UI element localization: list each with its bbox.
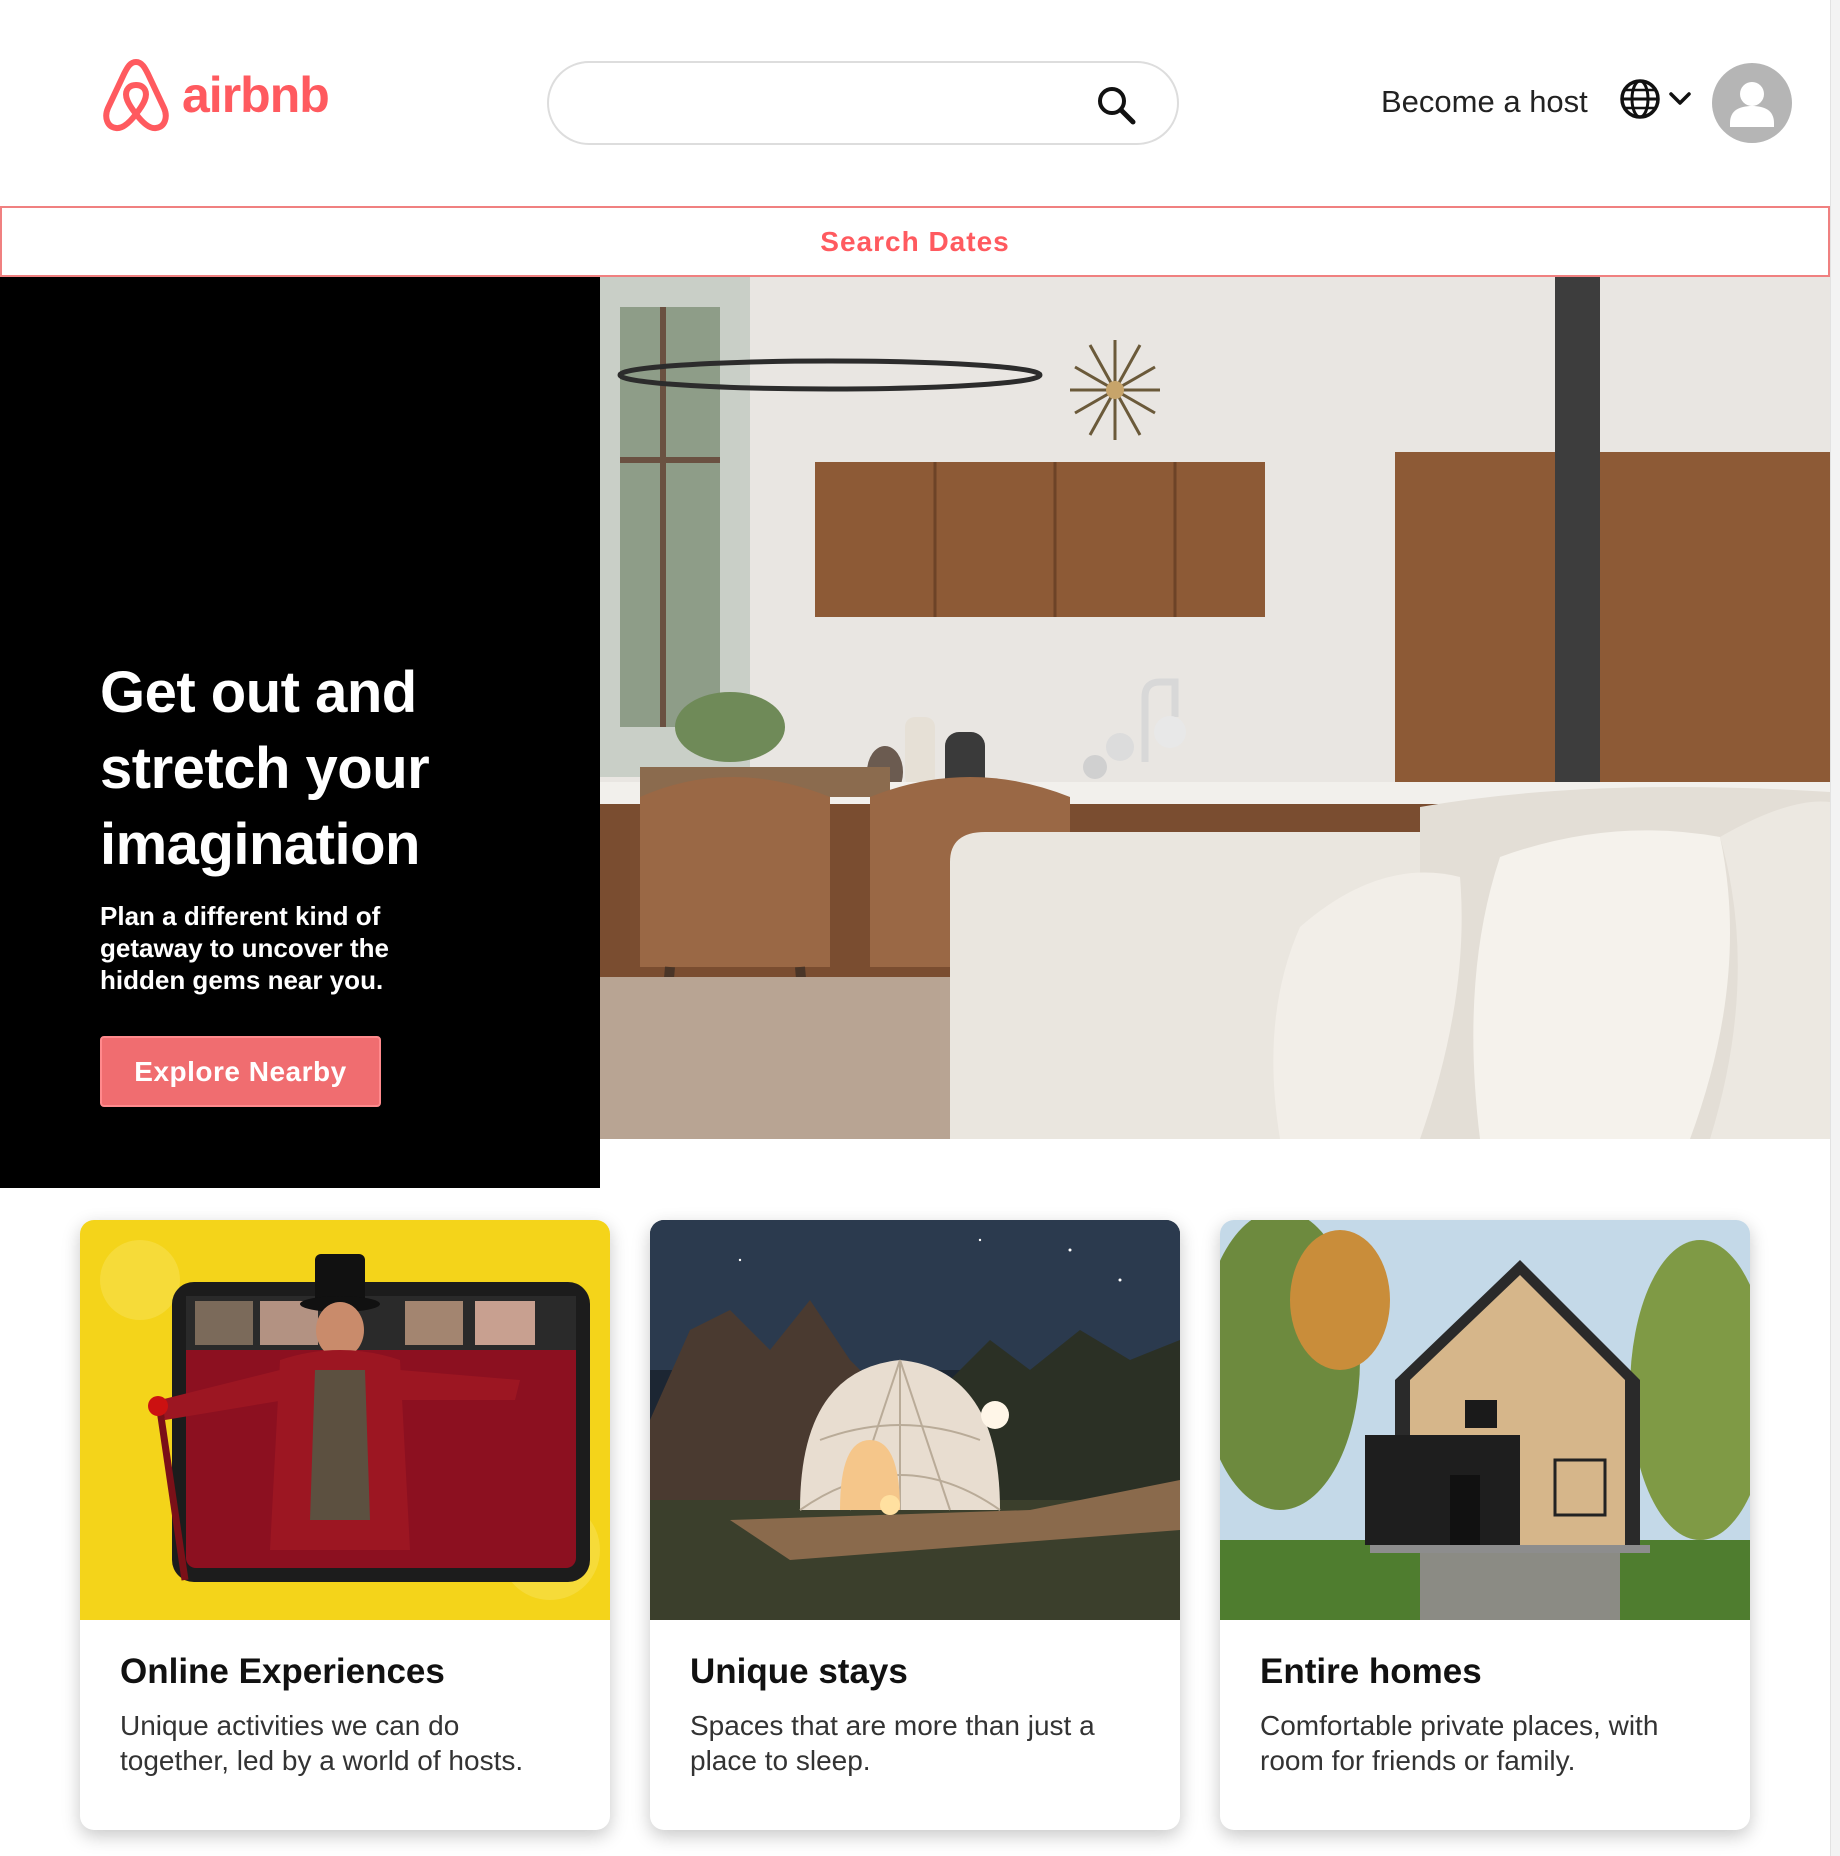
unique-stays-image	[650, 1220, 1180, 1620]
online-experiences-image	[80, 1220, 610, 1620]
hero-interior-photo	[600, 277, 1830, 1139]
search-dates-button[interactable]: Search Dates	[0, 206, 1830, 277]
language-selector[interactable]	[1619, 78, 1693, 120]
hero-subtitle: Plan a different kind of getaway to unco…	[100, 901, 389, 995]
chevron-down-icon	[1669, 92, 1691, 105]
card-unique-stays[interactable]: Unique stays Spaces that are more than j…	[650, 1220, 1180, 1830]
entire-homes-image	[1220, 1220, 1750, 1620]
airbnb-belo-icon	[103, 59, 169, 132]
card-description: Unique activities we can do together, le…	[120, 1710, 524, 1776]
card-title: Unique stays	[690, 1652, 908, 1691]
logo-wordmark: airbnb	[182, 67, 330, 123]
hero-title: Get out and stretch your imagination	[100, 660, 430, 877]
globe-icon	[1620, 79, 1660, 119]
card-entire-homes[interactable]: Entire homes Comfortable private places,…	[1220, 1220, 1750, 1830]
profile-avatar[interactable]	[1712, 63, 1792, 143]
search-icon[interactable]	[1094, 83, 1138, 127]
user-avatar-icon	[1730, 82, 1774, 127]
window-right-edge	[1830, 0, 1840, 1856]
card-title: Online Experiences	[120, 1652, 445, 1691]
card-online-experiences[interactable]: Online Experiences Unique activities we …	[80, 1220, 610, 1830]
become-a-host-link[interactable]: Become a host	[1381, 84, 1588, 120]
explore-nearby-button[interactable]: Explore Nearby	[100, 1036, 381, 1107]
card-description: Comfortable private places, with room fo…	[1260, 1710, 1659, 1776]
search-input[interactable]	[579, 77, 1079, 129]
search-dates-label: Search Dates	[820, 225, 1010, 257]
top-header: airbnb Become a host	[0, 0, 1830, 206]
card-description: Spaces that are more than just a place t…	[690, 1710, 1095, 1776]
airbnb-logo[interactable]: airbnb	[100, 56, 330, 134]
search-bar[interactable]	[547, 61, 1179, 145]
card-title: Entire homes	[1260, 1652, 1482, 1691]
